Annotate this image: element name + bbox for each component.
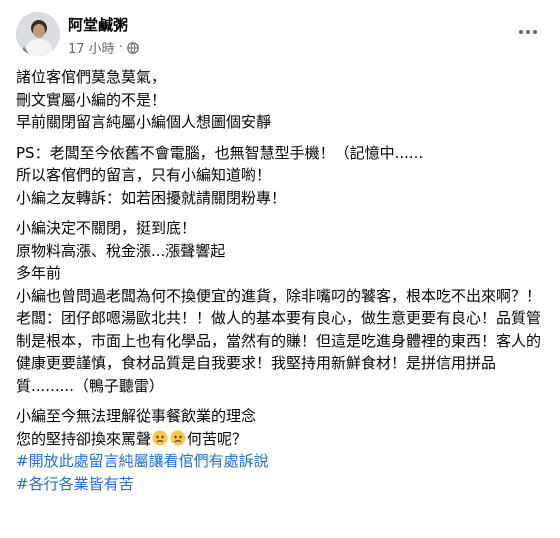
text-line-with-emoji: 您的堅持卻換來罵聲 何苦呢？	[16, 428, 544, 451]
text-line: 早前關閉留言純屬小編個人想圖個安靜	[16, 113, 272, 131]
text-segment: 何苦呢？	[187, 429, 248, 448]
paragraph-2: PS：老闆至今依舊不會電腦，也無智慧型手機！（記憶中...... 所以客倌們的留…	[16, 142, 544, 210]
facebook-post: 阿堂鹹粥 17 小時 · 諸位客倌們莫急莫氣， 刪文實屬小編的不是！ 早前關閉留…	[0, 0, 560, 538]
text-line: 小編也曾問過老闆為何不換便宜的進貨，除非嘴叼的饕客，根本吃不出來啊？！	[16, 286, 542, 305]
more-options-icon[interactable]	[514, 22, 542, 42]
text-line: 所以客倌們的留言，只有小編知道喲！	[16, 166, 272, 184]
post-header: 阿堂鹹粥 17 小時 ·	[16, 12, 544, 60]
text-line: 多年前	[16, 264, 62, 282]
globe-icon[interactable]	[127, 41, 139, 54]
hashtag-link[interactable]: #各行各業皆有苦	[16, 473, 544, 496]
text-line: 諸位客倌們莫急莫氣，	[16, 68, 167, 86]
text-line: 小編至今無法理解從事餐飲業的理念	[16, 407, 257, 425]
post-time[interactable]: 17 小時	[68, 38, 115, 57]
text-line: 刪文實屬小編的不是！	[16, 90, 167, 109]
meta-separator: ·	[118, 40, 123, 55]
post-meta: 17 小時 ·	[68, 38, 139, 57]
text-line: PS：老闆至今依舊不會電腦，也無智慧型手機！（記憶中......	[16, 143, 424, 162]
paragraph-1: 諸位客倌們莫急莫氣， 刪文實屬小編的不是！ 早前關閉留言純屬小編個人想圖個安靜	[16, 66, 544, 134]
worried-face-emoji	[152, 430, 168, 445]
text-segment: 您的堅持卻換來罵聲	[16, 429, 152, 448]
text-line: 老闆：团仔郎嗯湯歐北共！！做人的基本要有良心，做生意更要有良心！品質管制是根本，…	[16, 309, 542, 395]
author-name[interactable]: 阿堂鹹粥	[68, 14, 128, 35]
text-line: 小編之友轉訴：如若困擾就請關閉粉專！	[16, 188, 287, 207]
hashtag-link[interactable]: #開放此處留言純屬讓看倌們有處訴說	[16, 450, 544, 473]
paragraph-3: 小編決定不關閉，挺到底！ 原物料高漲、稅金漲...漲聲響起 多年前 小編也曾問過…	[16, 217, 544, 397]
text-line: 小編決定不關閉，挺到底！	[16, 219, 197, 237]
avatar-photo	[16, 12, 60, 56]
post-body: 諸位客倌們莫急莫氣， 刪文實屬小編的不是！ 早前關閉留言純屬小編個人想圖個安靜 …	[16, 66, 544, 503]
author-avatar[interactable]	[16, 12, 60, 56]
paragraph-4: 小編至今無法理解從事餐飲業的理念 您的堅持卻換來罵聲 何苦呢？ #開放此處留言純屬…	[16, 405, 544, 495]
worried-face-emoji	[170, 430, 186, 445]
ellipsis-icon	[519, 30, 537, 34]
text-line: 原物料高漲、稅金漲...漲聲響起	[16, 241, 226, 260]
